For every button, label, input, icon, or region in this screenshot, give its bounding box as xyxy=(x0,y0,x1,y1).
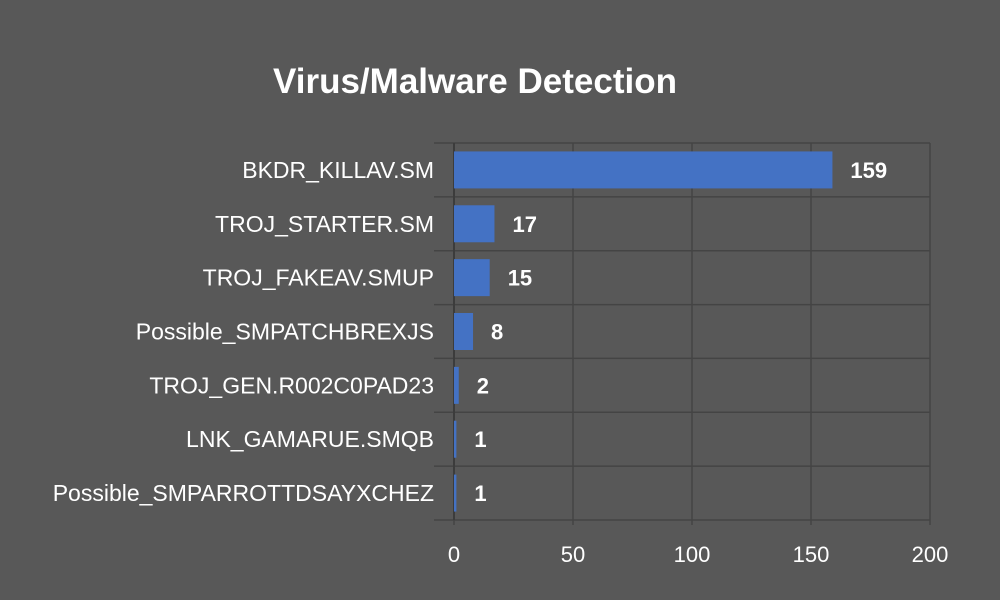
category-label: Possible_SMPARROTTDSAYXCHEZ xyxy=(53,480,434,506)
bars xyxy=(454,151,833,512)
bar xyxy=(454,205,495,243)
value-label: 159 xyxy=(850,158,887,183)
value-label: 1 xyxy=(474,481,486,506)
bar xyxy=(454,259,490,297)
x-tick-label: 50 xyxy=(561,542,585,567)
x-axis-ticks: 0 50 100 150 200 xyxy=(448,542,948,567)
bar xyxy=(454,474,457,512)
bar xyxy=(454,420,457,458)
x-tick-label: 0 xyxy=(448,542,460,567)
category-label: TROJ_STARTER.SM xyxy=(215,211,434,237)
value-label: 15 xyxy=(508,266,532,291)
category-label: TROJ_FAKEAV.SMUP xyxy=(203,265,434,291)
x-tick-label: 100 xyxy=(674,542,711,567)
chart-container: Virus/Malware Detection BKDR_KILLAV.SM TR… xyxy=(0,0,1000,600)
category-label: LNK_GAMARUE.SMQB xyxy=(186,426,434,452)
chart-title: Virus/Malware Detection xyxy=(273,62,677,101)
category-label: BKDR_KILLAV.SM xyxy=(242,157,434,183)
bar xyxy=(454,313,474,350)
bar xyxy=(454,366,459,404)
x-tick-label: 200 xyxy=(912,542,949,567)
bar xyxy=(454,151,833,189)
category-label: Possible_SMPATCHBREXJS xyxy=(136,319,434,345)
value-labels: 159 17 15 8 2 1 1 xyxy=(474,158,887,506)
value-label: 17 xyxy=(512,212,536,237)
value-label: 2 xyxy=(477,373,489,398)
value-label: 8 xyxy=(491,320,503,345)
x-tick-label: 150 xyxy=(793,542,830,567)
bar-chart: Virus/Malware Detection BKDR_KILLAV.SM TR… xyxy=(53,62,949,567)
category-label: TROJ_GEN.R002C0PAD23 xyxy=(149,372,434,398)
category-labels: BKDR_KILLAV.SM TROJ_STARTER.SM TROJ_FAKEAV… xyxy=(53,157,434,506)
grid-lines xyxy=(434,142,931,525)
value-label: 1 xyxy=(474,427,486,452)
